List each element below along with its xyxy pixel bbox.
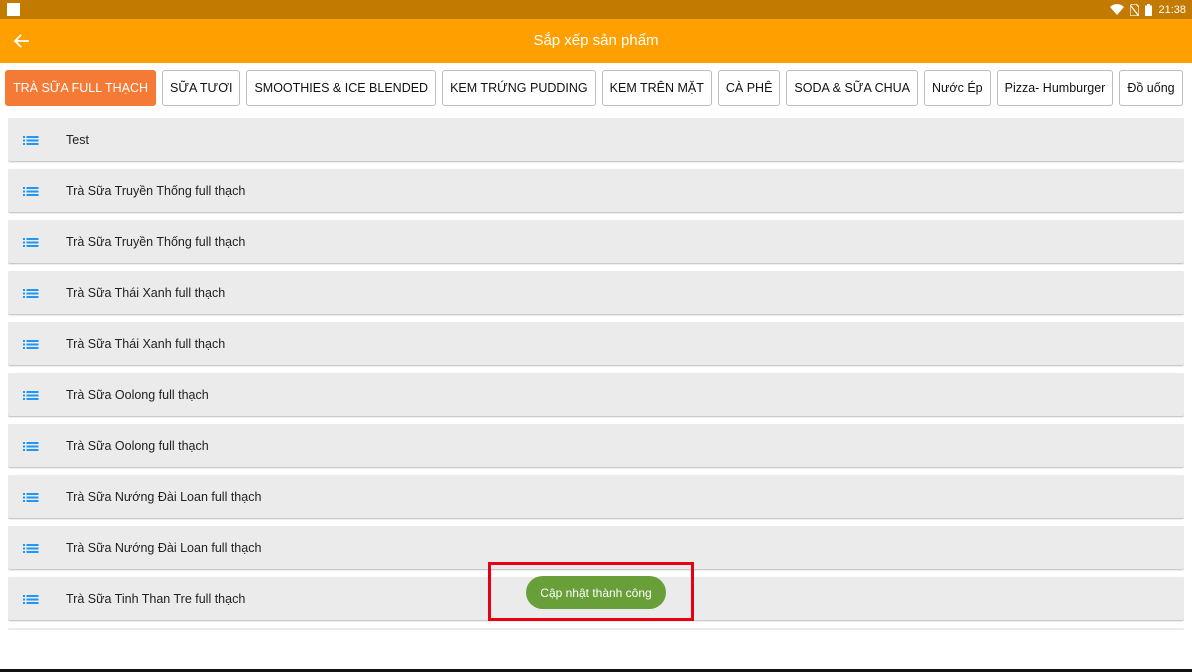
- reorder-list-icon[interactable]: [23, 440, 39, 452]
- list-item-label: Trà Sữa Nướng Đài Loan full thạch: [66, 540, 262, 555]
- tab-smoothies-ice-blended[interactable]: SMOOTHIES & ICE BLENDED: [246, 70, 437, 106]
- tab-sua-tuoi[interactable]: SỮA TƯƠI: [162, 70, 241, 106]
- list-item[interactable]: Trà Sữa Truyền Thống full thạch: [8, 220, 1184, 263]
- list-item-label: Trà Sữa Thái Xanh full thạch: [66, 285, 226, 300]
- tab-nuoc-ep[interactable]: Nước Ép: [924, 70, 991, 106]
- tab-do-uong[interactable]: Đồ uống: [1119, 70, 1183, 106]
- wifi-icon: [1110, 4, 1125, 15]
- list-item[interactable]: Trà Sữa Thái Xanh full thạch: [8, 271, 1184, 314]
- reorder-list-icon[interactable]: [23, 287, 39, 299]
- product-sort-list: Test Trà Sữa Truyền Thống full thạch Trà…: [8, 118, 1184, 630]
- list-item-label: Trà Sữa Oolong full thạch: [66, 438, 209, 453]
- status-bar: 21:38: [0, 0, 1192, 19]
- list-item[interactable]: Trà Sữa Oolong full thạch: [8, 424, 1184, 467]
- no-sim-icon: [1130, 3, 1140, 16]
- category-tabs: TRÀ SỮA FULL THẠCH SỮA TƯƠI SMOOTHIES & …: [5, 70, 1183, 106]
- tab-kem-tren-mat[interactable]: KEM TRÊN MẶT: [601, 70, 712, 106]
- reorder-list-icon[interactable]: [23, 134, 39, 146]
- list-item-label: Trà Sữa Tinh Than Tre full thạch: [66, 591, 246, 606]
- battery-icon: [1145, 3, 1153, 16]
- tab-tra-sua-full-thach[interactable]: TRÀ SỮA FULL THẠCH: [5, 70, 157, 106]
- reorder-list-icon[interactable]: [23, 236, 39, 248]
- page-title: Sắp xếp sản phẩm: [533, 32, 659, 49]
- list-item[interactable]: Test: [8, 118, 1184, 161]
- list-item-label: Trà Sữa Nướng Đài Loan full thạch: [66, 489, 262, 504]
- tab-ca-phe[interactable]: CÀ PHÊ: [717, 70, 781, 106]
- app-bar: Sắp xếp sản phẩm: [0, 19, 1192, 63]
- list-item[interactable]: Trà Sữa Truyền Thống full thạch: [8, 169, 1184, 212]
- status-icons: 21:38: [1110, 3, 1186, 16]
- toast-message: Cập nhật thành công: [526, 576, 666, 609]
- tab-soda-sua-chua[interactable]: SODA & SỮA CHUA: [786, 70, 918, 106]
- list-item-label: Test: [66, 132, 89, 147]
- status-time: 21:38: [1158, 3, 1186, 16]
- list-item-label: Trà Sữa Oolong full thạch: [66, 387, 209, 402]
- tab-pizza-humburger[interactable]: Pizza- Humburger: [996, 70, 1114, 106]
- reorder-list-icon[interactable]: [23, 185, 39, 197]
- list-item[interactable]: Trà Sữa Thái Xanh full thạch: [8, 322, 1184, 365]
- list-item-partial[interactable]: [8, 628, 1184, 630]
- reorder-list-icon[interactable]: [23, 491, 39, 503]
- reorder-list-icon[interactable]: [23, 389, 39, 401]
- reorder-list-icon[interactable]: [23, 542, 39, 554]
- reorder-list-icon[interactable]: [23, 593, 39, 605]
- notification-square-icon: [7, 3, 20, 16]
- list-item-label: Trà Sữa Thái Xanh full thạch: [66, 336, 226, 351]
- list-item-label: Trà Sữa Truyền Thống full thạch: [66, 234, 246, 249]
- list-item[interactable]: Trà Sữa Nướng Đài Loan full thạch: [8, 475, 1184, 518]
- reorder-list-icon[interactable]: [23, 338, 39, 350]
- list-item-label: Trà Sữa Truyền Thống full thạch: [66, 183, 246, 198]
- tab-kem-trung-pudding[interactable]: KEM TRỨNG PUDDING: [442, 70, 596, 106]
- list-item[interactable]: Trà Sữa Oolong full thạch: [8, 373, 1184, 416]
